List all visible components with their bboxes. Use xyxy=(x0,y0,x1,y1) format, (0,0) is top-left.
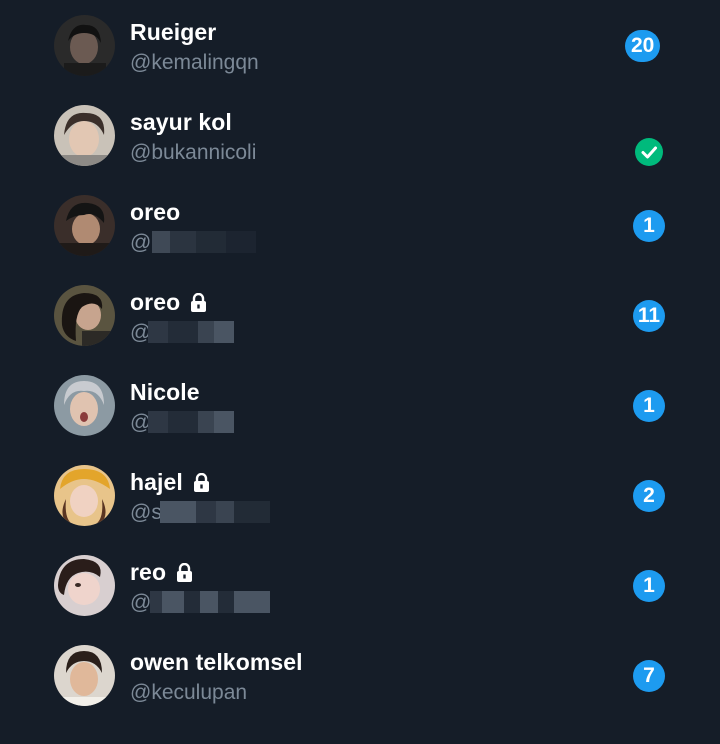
redacted-handle xyxy=(150,591,270,613)
contact-handle: @ xyxy=(130,591,152,614)
avatar[interactable] xyxy=(54,285,115,346)
unread-count-badge: 1 xyxy=(633,570,665,602)
redacted-handle xyxy=(148,321,234,343)
contact-handle: @bukannicoli xyxy=(130,141,257,164)
contact-row[interactable]: owen telkomsel @keculupan 7 xyxy=(0,630,720,720)
contact-name: Rueiger xyxy=(130,18,217,45)
contact-name: oreo xyxy=(130,198,181,225)
contact-row[interactable]: reo @ 1 xyxy=(0,540,720,630)
avatar-photo-icon xyxy=(54,555,115,616)
lock-icon xyxy=(193,472,209,492)
unread-count-badge: 20 xyxy=(625,30,661,62)
check-circle-icon xyxy=(635,138,663,166)
unread-count-badge: 1 xyxy=(633,390,665,422)
avatar[interactable] xyxy=(54,645,115,706)
contact-handle: @s xyxy=(130,501,162,524)
avatar-photo-icon xyxy=(54,15,115,76)
contact-name: Nicole xyxy=(130,378,200,405)
contact-list: Rueiger @kemalingqn 20 sayur kol @bukann… xyxy=(0,0,720,744)
contact-name: reo xyxy=(130,558,167,585)
contact-handle: @keculupan xyxy=(130,681,248,704)
avatar-photo-icon xyxy=(54,465,115,526)
contact-handle: @kemalingqn xyxy=(130,51,259,74)
contact-row[interactable]: sayur kol @bukannicoli xyxy=(0,90,720,180)
avatar-photo-icon xyxy=(54,645,115,706)
unread-count-badge: 11 xyxy=(633,300,665,332)
avatar-photo-icon xyxy=(54,195,115,256)
redacted-handle xyxy=(160,501,270,523)
avatar-photo-icon xyxy=(54,375,115,436)
unread-count-badge: 7 xyxy=(633,660,665,692)
avatar[interactable] xyxy=(54,465,115,526)
avatar-photo-icon xyxy=(54,285,115,346)
avatar[interactable] xyxy=(54,15,115,76)
lock-icon xyxy=(191,292,207,312)
contact-row[interactable]: oreo @ 11 xyxy=(0,270,720,360)
contact-row[interactable]: oreo @s 1 xyxy=(0,180,720,270)
contact-name: owen telkomsel xyxy=(130,648,303,675)
unread-count-badge: 2 xyxy=(633,480,665,512)
unread-count-badge: 1 xyxy=(633,210,665,242)
avatar[interactable] xyxy=(54,555,115,616)
redacted-handle xyxy=(152,231,256,253)
contact-row[interactable]: Rueiger @kemalingqn 20 xyxy=(0,0,720,90)
contact-name: hajel xyxy=(130,468,183,495)
contact-name: oreo xyxy=(130,288,181,315)
avatar[interactable] xyxy=(54,195,115,256)
contact-row[interactable]: Nicole @ 1 xyxy=(0,360,720,450)
avatar-photo-icon xyxy=(54,105,115,166)
redacted-handle xyxy=(148,411,234,433)
lock-icon xyxy=(177,562,193,582)
avatar[interactable] xyxy=(54,375,115,436)
contact-name: sayur kol xyxy=(130,108,232,135)
contact-row[interactable]: hajel @s 2 xyxy=(0,450,720,540)
avatar[interactable] xyxy=(54,105,115,166)
